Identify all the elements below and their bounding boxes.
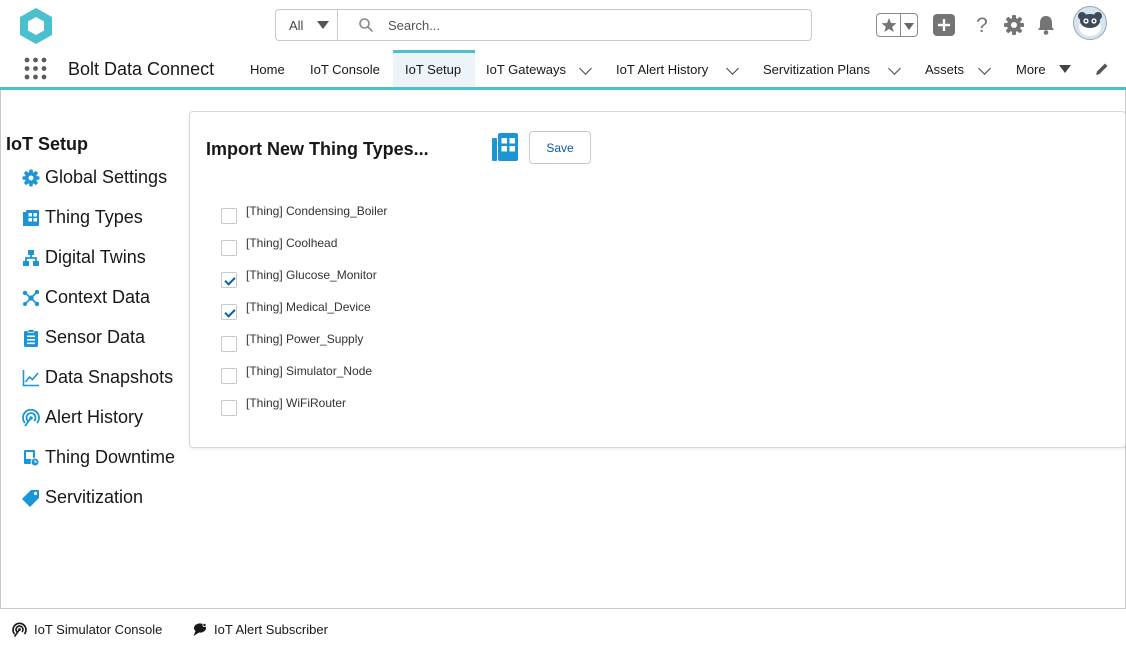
nav-tab-label: IoT Alert History [616, 62, 709, 77]
caret-down-icon [317, 21, 329, 29]
search-scope-dropdown[interactable]: All [276, 10, 338, 40]
global-search: All [275, 9, 812, 41]
nav-more-menu[interactable]: More [1008, 50, 1074, 87]
help-icon[interactable]: ? [973, 14, 991, 36]
gear-icon [22, 169, 40, 187]
nav-tab-label: IoT Console [310, 62, 380, 77]
utility-bar: IoT Simulator Console IoT Alert Subscrib… [0, 610, 1126, 649]
nav-tab-label: Servitization Plans [763, 62, 870, 77]
sidebar-item-label: Global Settings [45, 167, 168, 187]
checkbox-label: [Thing] Power_Supply [246, 332, 364, 346]
app-name: Bolt Data Connect [68, 59, 215, 79]
search-scope-label: All [289, 18, 304, 33]
utility-item-label: IoT Simulator Console [34, 622, 163, 637]
checkbox[interactable] [221, 400, 237, 416]
tag-icon [22, 490, 39, 507]
card-title: Import New Thing Types... [206, 139, 429, 159]
nav-tab-label: More [1016, 62, 1046, 77]
nav-tab-iot-console[interactable]: IoT Console [300, 50, 390, 87]
save-button[interactable]: Save [529, 131, 591, 164]
utility-item-iot-simulator-console[interactable]: IoT Simulator Console [12, 620, 172, 640]
utility-item-iot-alert-subscriber[interactable]: IoT Alert Subscriber [192, 620, 342, 640]
checkbox[interactable] [221, 368, 237, 384]
app-launcher-icon[interactable] [24, 57, 47, 80]
nav-tab-label: IoT Setup [405, 62, 462, 77]
caret-down-icon [904, 23, 914, 30]
checkbox[interactable] [221, 304, 237, 320]
nav-tab-iot-setup[interactable]: IoT Setup [393, 50, 475, 87]
checkbox-label: [Thing] Medical_Device [246, 300, 371, 314]
sidebar-item-label: Thing Types [45, 207, 143, 227]
clipboard-icon [24, 329, 38, 347]
checkbox[interactable] [221, 240, 237, 256]
sidebar-item-label: Servitization [45, 487, 144, 507]
line-chart-icon [22, 370, 39, 387]
checkbox-label: [Thing] Coolhead [246, 236, 338, 250]
sidebar-item-label: Context Data [45, 287, 151, 307]
nav-tab-home[interactable]: Home [238, 50, 296, 87]
sidebar-item-label: Digital Twins [45, 247, 146, 267]
chat-icon [193, 622, 207, 636]
search-input[interactable] [388, 14, 788, 36]
chevron-down-icon[interactable] [579, 62, 592, 75]
checkbox[interactable] [221, 208, 237, 224]
search-icon [359, 18, 373, 32]
pencil-edit-icon[interactable] [1095, 62, 1109, 76]
thing-types-icon [23, 210, 39, 226]
sidebar-item-label: Data Snapshots [45, 367, 174, 387]
favorites-divider [900, 14, 901, 36]
utility-item-label: IoT Alert Subscriber [214, 622, 328, 637]
add-icon[interactable] [933, 14, 955, 36]
nav-tab-iot-alert-history[interactable]: IoT Alert History [606, 50, 754, 87]
checkbox-label: [Thing] WiFiRouter [246, 396, 347, 410]
chevron-down-icon[interactable] [888, 62, 901, 75]
checkbox[interactable] [221, 272, 237, 288]
chevron-down-icon[interactable] [978, 62, 991, 75]
checkbox-label: [Thing] Condensing_Boiler [246, 204, 388, 218]
global-header: All ? [0, 0, 1126, 50]
bell-icon[interactable] [1036, 14, 1056, 36]
sidebar-item-label: Alert History [45, 407, 144, 427]
app-navigation: Bolt Data Connect Home IoT Console IoT S… [0, 50, 1126, 88]
signal-icon [22, 409, 40, 427]
avatar[interactable] [1073, 6, 1107, 40]
checkbox-label: [Thing] Simulator_Node [246, 364, 373, 378]
signal-icon [12, 622, 27, 637]
thing-types-icon [492, 133, 518, 161]
nav-tab-iot-gateways[interactable]: IoT Gateways [478, 50, 600, 87]
nav-tab-label: Assets [925, 62, 965, 77]
sidebar-item-label: Thing Downtime [45, 447, 176, 467]
nav-tab-servitization-plans[interactable]: Servitization Plans [755, 50, 913, 87]
caret-down-icon [1059, 65, 1071, 73]
network-icon [22, 289, 40, 307]
sidebar-item-label: Sensor Data [45, 327, 146, 347]
svg-text:?: ? [976, 14, 988, 36]
import-thing-types-card: Import New Thing Types... Save [Thing] C… [189, 111, 1126, 448]
checkbox[interactable] [221, 336, 237, 352]
app-logo-icon[interactable] [18, 6, 54, 46]
hierarchy-icon [23, 250, 39, 266]
chevron-down-icon[interactable] [726, 62, 739, 75]
star-icon [881, 18, 897, 32]
sidebar-title: IoT Setup [6, 134, 88, 154]
favorites-button[interactable] [876, 13, 918, 37]
nav-tab-label: IoT Gateways [486, 62, 566, 77]
device-clock-icon [24, 450, 40, 467]
nav-tab-assets[interactable]: Assets [917, 50, 997, 87]
checkbox-label: [Thing] Glucose_Monitor [246, 268, 377, 282]
gear-icon[interactable] [1004, 15, 1024, 35]
nav-tab-label: Home [250, 62, 285, 77]
